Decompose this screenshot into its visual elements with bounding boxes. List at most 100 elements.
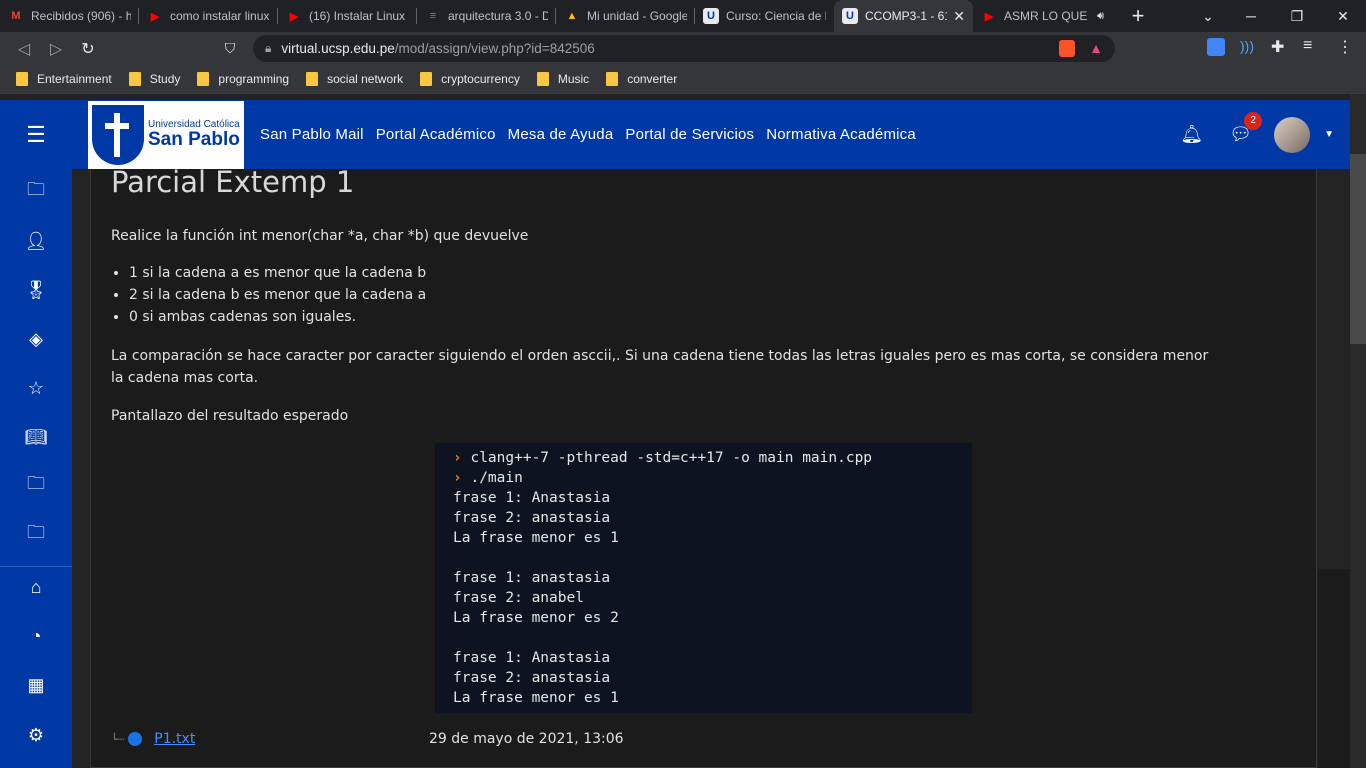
messages-icon[interactable]: 💬︎ 2 [1229,112,1263,145]
brave-rewards-icon[interactable]: ▲ [1089,40,1103,56]
folder-icon [420,72,433,86]
browser-tab[interactable]: U Curso: Ciencia de l [695,0,834,32]
terminal-output-line: frase 2: anastasia [453,510,611,526]
forward-icon[interactable]: ▷ [40,39,72,59]
bookmark-folder[interactable]: Study [128,72,181,86]
header-nav: San Pablo Mail Portal Académico Mesa de Ay… [260,126,928,143]
tab-title: Curso: Ciencia de l [726,9,826,23]
header-nav-link[interactable]: Portal Académico [376,126,496,143]
attachment-link[interactable]: P1.txt [154,731,195,747]
translate-icon[interactable] [1207,38,1225,56]
new-tab-button[interactable]: + [1124,3,1152,29]
reload-icon[interactable]: ↻ [72,39,104,59]
browser-tab[interactable]: ▲ Mi unidad - Google [556,0,695,32]
bookmark-label: cryptocurrency [441,72,520,86]
audio-playing-icon[interactable]: 🔊︎ [1097,10,1104,23]
list-item: 0 si ambas cadenas son iguales. [129,306,426,328]
bookmark-label: programming [218,72,290,86]
tab-strip: M Recibidos (906) - ha ▶ como instalar linu… [0,0,1366,32]
bookmark-folder[interactable]: programming [197,72,289,86]
user-avatar[interactable] [1274,116,1311,153]
browser-tab[interactable]: ▶ como instalar linux [139,0,278,32]
bookmark-folder[interactable]: cryptocurrency [420,72,520,86]
youtube-icon: ▶ [984,10,994,23]
file-icon [128,732,143,746]
docs-icon: ≡ [429,10,437,22]
tab-title: ASMR LO QUE [1004,9,1088,23]
participants-icon[interactable]: 👤︎ [0,221,72,261]
home-icon[interactable]: ⌂ [0,567,72,607]
assignment-content: Parcial Extemp 1 Realice la función int … [90,165,1317,768]
folder-icon [606,72,619,86]
url-host: virtual.ucsp.edu.pe [281,41,395,56]
bookmark-label: social network [327,72,404,86]
browser-tab[interactable]: ▶ ASMR LO QUE 🔊︎ [973,0,1112,32]
attachment: └┈ P1.txt [111,731,195,747]
bookmark-folder[interactable]: social network [306,72,403,86]
terminal-output-line: frase 1: Anastasia [453,490,611,506]
extensions-icon[interactable]: ✚ [1271,37,1284,57]
dashboard-gauge-icon[interactable]: ◔ [0,616,72,656]
tree-connector-icon: └┈ [111,732,125,746]
folder-icon[interactable]: 🗀︎ [0,466,72,506]
close-window-button[interactable]: ✕ [1320,0,1366,32]
comparison-rules-line-2: la cadena mas corta. [111,370,259,386]
attachment-date: 29 de mayo de 2021, 13:06 [429,731,624,747]
comparison-rules: La comparación se hace caracter por cara… [111,345,1301,389]
header-nav-link[interactable]: Portal de Servicios [625,126,754,143]
address-bar[interactable]: 🔒︎ virtual.ucsp.edu.pe/mod/assign/view.p… [253,35,1115,62]
star-icon[interactable]: ☆ [0,368,72,408]
page-title: Parcial Extemp 1 [111,165,355,199]
header-nav-link[interactable]: Mesa de Ayuda [508,126,614,143]
hamburger-menu-icon[interactable]: ☰ [0,122,72,148]
bookmark-folder[interactable]: Entertainment [16,72,112,86]
folder-icon [536,72,549,86]
folder-icon[interactable]: 🗀︎ [0,515,72,555]
right-gutter [1318,569,1350,768]
media-controls-icon[interactable]: ≡ [1303,37,1312,55]
ucsp-icon: U [703,8,719,24]
minimize-button[interactable]: ─ [1228,0,1274,32]
bookmark-label: converter [627,72,678,86]
scrollbar-thumb[interactable] [1350,154,1366,344]
settings-gear-icon[interactable]: ⚙ [0,715,72,755]
university-logo[interactable]: Universidad Católica San Pablo [88,100,244,169]
logo-line-2: San Pablo [148,129,240,150]
left-sidebar: 🗀︎ 👤︎ 🎖︎ ◈ ☆ 📖︎ 🗀︎ 🗀︎ ⌂ ◔ ▦ ⚙ [0,169,72,768]
bookmark-folder[interactable]: converter [606,72,677,86]
tab-title: como instalar linux [170,9,270,23]
bookmark-icon[interactable]: ⛉ [214,40,246,57]
bookmark-folder[interactable]: Music [536,72,589,86]
back-icon[interactable]: ◁ [8,39,40,59]
browser-tab[interactable]: ≡ arquitectura 3.0 - D [417,0,556,32]
brave-shields-icon[interactable] [1059,40,1075,57]
page-scrollbar[interactable] [1350,94,1366,768]
tab-title: Recibidos (906) - ha [31,9,131,23]
comparison-rules-line-1: La comparación se hace caracter por cara… [111,348,1209,364]
close-tab-icon[interactable]: ✕ [953,8,965,25]
tab-search-icon[interactable]: ⌄ [1185,0,1231,32]
folder-icon [128,72,141,86]
list-item: 1 si la cadena a es menor que la cadena … [129,262,426,284]
folder-icon[interactable]: 🗀︎ [0,172,72,212]
header-nav-link[interactable]: San Pablo Mail [260,126,364,143]
list-item: 2 si la cadena b es menor que la cadena … [129,284,426,306]
bookmark-label: Entertainment [37,72,112,86]
header-nav-link[interactable]: Normativa Académica [766,126,916,143]
browser-tab[interactable]: ▶ (16) Instalar Linux L [278,0,417,32]
folder-icon [306,72,319,86]
browser-tab[interactable]: U CCOMP3-1 - 61 ✕ [834,0,973,32]
user-menu-chevron-down-icon[interactable]: ▼ [1324,129,1334,140]
read-aloud-icon[interactable]: ))) [1240,38,1254,54]
browser-tab[interactable]: M Recibidos (906) - ha [0,0,139,32]
calendar-icon[interactable]: ▦ [0,665,72,705]
notifications-bell-icon[interactable]: 🔔︎ [1180,124,1203,145]
bookmark-label: Study [149,72,181,86]
book-icon[interactable]: 📖︎ [0,417,72,457]
badges-icon[interactable]: 🎖︎ [0,270,72,310]
competencies-layers-icon[interactable]: ◈ [0,319,72,359]
maximize-button[interactable]: ❐ [1274,0,1320,32]
menu-icon[interactable]: ⋮ [1337,37,1353,57]
return-values-list: 1 si la cadena a es menor que la cadena … [129,262,426,328]
